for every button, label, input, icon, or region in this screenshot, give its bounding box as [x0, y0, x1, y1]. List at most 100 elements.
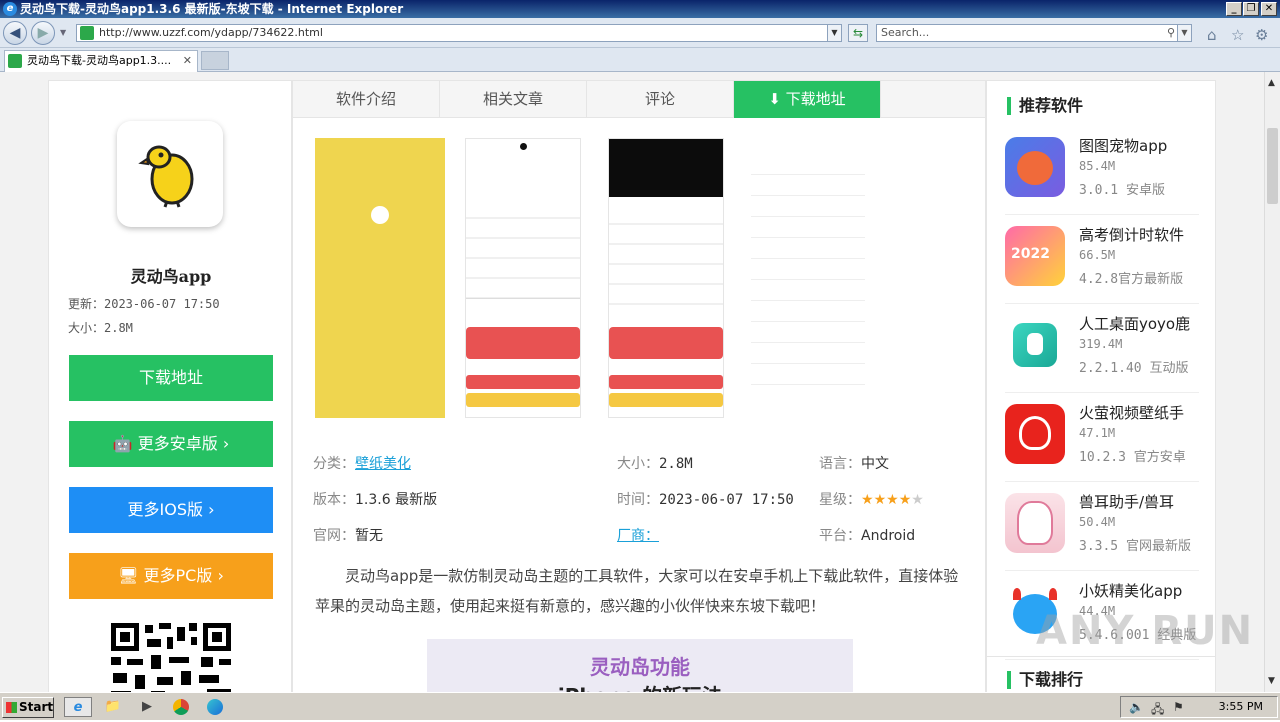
item-size: 50.4M	[1079, 515, 1116, 529]
info-rating: 星级：★★★★★	[819, 489, 924, 509]
app-size: 大小：2.8M	[68, 321, 133, 335]
close-window-button[interactable]: ✕	[1261, 2, 1277, 16]
search-placeholder: Search...	[881, 26, 930, 39]
browser-tab[interactable]: 灵动鸟下载-灵动鸟app1.3.... ✕	[4, 50, 198, 72]
history-dropdown-icon[interactable]: ▼	[60, 28, 66, 37]
firefly-app-icon	[1005, 404, 1065, 464]
info-platform: 平台：Android	[819, 525, 915, 545]
list-item[interactable]: 2022 高考倒计时软件 66.5M 4.2.8官方最新版	[1005, 216, 1199, 304]
ie-logo-icon: e	[3, 2, 17, 16]
tools-gear-icon[interactable]: ⚙	[1255, 26, 1268, 44]
forward-button[interactable]: ▶	[31, 21, 55, 45]
dark-header	[609, 139, 723, 197]
app-name: 灵动鸟app	[130, 267, 212, 286]
red-panel	[466, 327, 580, 359]
tab-intro[interactable]: 软件介绍	[293, 81, 440, 118]
tab-bar: 灵动鸟下载-灵动鸟app1.3.... ✕	[0, 48, 1280, 72]
lang-value: 中文	[861, 456, 889, 472]
media-player-taskbar-icon[interactable]: ▶	[136, 697, 158, 717]
tab-articles[interactable]: 相关文章	[440, 81, 587, 118]
screenshot-4[interactable]	[751, 138, 867, 418]
star-filled-icon: ★	[898, 492, 912, 508]
more-android-label: 更多安卓版	[137, 434, 218, 453]
address-url: http://www.uzzf.com/ydapp/734622.html	[99, 26, 323, 39]
item-size: 319.4M	[1079, 337, 1123, 351]
section-divider	[987, 656, 1215, 657]
refresh-button[interactable]: ⇆	[848, 24, 868, 42]
clock: 3:55 PM	[1218, 700, 1263, 713]
category-label: 分类：	[313, 456, 355, 472]
ie-taskbar-icon[interactable]: e	[64, 697, 92, 717]
tab-title: 灵动鸟下载-灵动鸟app1.3....	[27, 54, 172, 67]
search-dropdown-icon[interactable]: ▼	[1177, 25, 1191, 41]
address-dropdown-icon[interactable]: ▼	[827, 25, 841, 41]
home-icon[interactable]: ⌂	[1207, 26, 1217, 44]
info-language: 语言：中文	[819, 453, 889, 473]
star-filled-icon: ★	[861, 492, 874, 508]
edge-taskbar-icon[interactable]	[204, 697, 226, 717]
size-value: 2.8M	[659, 456, 693, 472]
search-input[interactable]: Search... ⚲ ▼	[876, 24, 1192, 42]
platform-value: Android	[861, 528, 916, 544]
time-value: 2023-06-07 17:50	[659, 492, 794, 508]
address-input[interactable]: http://www.uzzf.com/ydapp/734622.html ▼	[76, 24, 842, 42]
lang-label: 语言：	[819, 456, 861, 472]
tab-comments[interactable]: 评论	[587, 81, 734, 118]
ranking-heading: 下载排行	[1007, 671, 1083, 689]
search-icon[interactable]: ⚲	[1167, 25, 1175, 41]
restore-button[interactable]: ❐	[1243, 2, 1259, 16]
star-empty-icon: ★	[911, 492, 924, 508]
explorer-taskbar-icon[interactable]: 📁	[102, 697, 124, 717]
list-item[interactable]: 兽耳助手/兽耳 50.4M 3.3.5 官网最新版	[1005, 483, 1199, 571]
item-name: 图图宠物app	[1079, 137, 1168, 155]
item-name: 小妖精美化app	[1079, 582, 1183, 600]
download-button[interactable]: 下载地址	[69, 355, 273, 401]
network-icon[interactable]: 🖧	[1151, 700, 1164, 721]
item-version: 3.0.1 安卓版	[1079, 183, 1165, 198]
chrome-taskbar-icon[interactable]	[170, 697, 192, 717]
info-size: 大小：2.8M	[617, 453, 693, 473]
minimize-button[interactable]: _	[1226, 2, 1242, 16]
vendor-link[interactable]: 厂商：	[617, 528, 659, 544]
app-sidebar: 灵动鸟app 更新：2023-06-07 17:50 大小：2.8M 下载地址 …	[48, 80, 292, 692]
more-ios-button[interactable]: 更多IOS版 ›	[69, 487, 273, 533]
more-pc-button[interactable]: 🖥 更多PC版 ›	[69, 553, 273, 599]
more-android-button[interactable]: 🤖 更多安卓版 ›	[69, 421, 273, 467]
forward-arrow-icon: ▶	[37, 25, 49, 41]
settings-list	[466, 199, 580, 299]
favorites-star-icon[interactable]: ☆	[1231, 26, 1244, 44]
time-label: 时间：	[617, 492, 659, 508]
tab-close-icon[interactable]: ✕	[183, 51, 192, 71]
start-label: Start	[19, 700, 54, 714]
screenshot-3[interactable]	[608, 138, 724, 418]
version-value: 1.3.6 最新版	[355, 492, 438, 508]
item-size: 66.5M	[1079, 248, 1116, 262]
windows-logo-icon	[6, 702, 17, 713]
list-item[interactable]: 人工桌面yoyo鹿 319.4M 2.2.1.40 互动版	[1005, 305, 1199, 393]
gaokao-app-icon: 2022	[1005, 226, 1065, 286]
category-link[interactable]: 壁纸美化	[355, 456, 411, 472]
back-button[interactable]: ◀	[3, 21, 27, 45]
volume-icon[interactable]: 🔈	[1129, 700, 1144, 714]
island-dot	[520, 143, 527, 150]
vertical-scrollbar[interactable]: ▲ ▼	[1264, 72, 1280, 692]
scroll-thumb[interactable]	[1267, 128, 1278, 204]
list-item[interactable]: 图图宠物app 85.4M 3.0.1 安卓版	[1005, 127, 1199, 215]
screenshot-2[interactable]	[465, 138, 581, 418]
tab-download[interactable]: ⬇ 下载地址	[734, 81, 881, 118]
list-item[interactable]: 火萤视频壁纸手 47.1M 10.2.3 官方安卓	[1005, 394, 1199, 482]
web-page: 灵动鸟app 更新：2023-06-07 17:50 大小：2.8M 下载地址 …	[0, 72, 1264, 692]
site-favicon-icon	[80, 26, 94, 40]
item-name: 高考倒计时软件	[1079, 226, 1185, 244]
scroll-up-icon[interactable]: ▲	[1268, 78, 1275, 88]
item-size: 85.4M	[1079, 159, 1116, 173]
app-updated: 更新：2023-06-07 17:50	[68, 297, 220, 311]
screenshot-1[interactable]	[315, 138, 445, 418]
scroll-down-icon[interactable]: ▼	[1268, 676, 1275, 686]
rating-label: 星级：	[819, 492, 861, 508]
flag-icon[interactable]: ⚑	[1173, 700, 1184, 714]
start-button[interactable]: Start	[2, 697, 54, 718]
main-content: 软件介绍 相关文章 评论 ⬇ 下载地址 分类：壁纸美化 大小：2.8M 语言：中…	[292, 80, 986, 692]
size-label: 大小：	[617, 456, 659, 472]
new-tab-button[interactable]	[201, 51, 229, 70]
